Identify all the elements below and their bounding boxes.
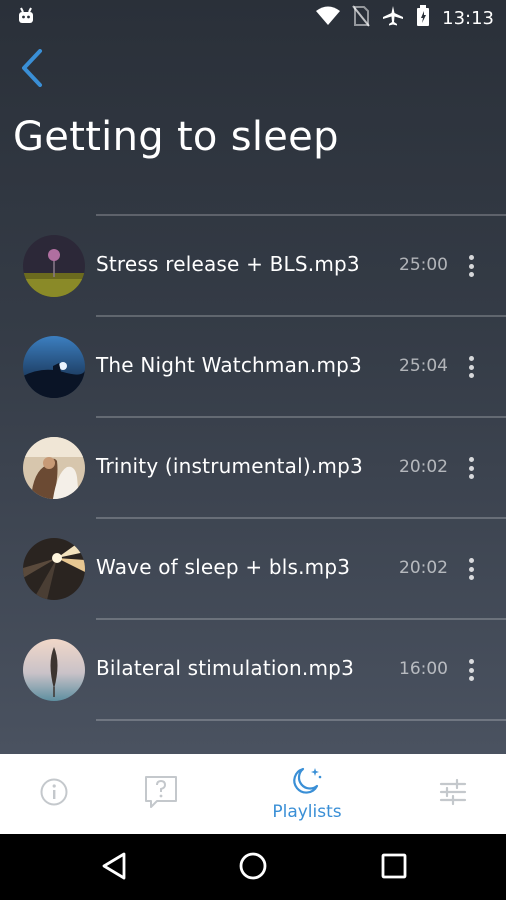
status-bar: 13:13 bbox=[0, 0, 506, 36]
status-time: 13:13 bbox=[442, 7, 494, 29]
nav-playlists[interactable]: Playlists bbox=[256, 754, 358, 834]
track-thumbnail bbox=[23, 336, 85, 398]
bottom-navigation: Playlists bbox=[0, 754, 506, 834]
track-thumbnail bbox=[23, 437, 85, 499]
track-duration: 16:00 bbox=[399, 659, 448, 679]
more-options-button[interactable] bbox=[460, 555, 482, 583]
track-list: Stress release + BLS.mp3 25:00 The Night… bbox=[0, 214, 506, 721]
android-robot-icon bbox=[16, 6, 36, 30]
wifi-icon bbox=[316, 6, 341, 30]
divider bbox=[96, 719, 506, 721]
sliders-icon bbox=[438, 777, 468, 811]
more-options-button[interactable] bbox=[460, 353, 482, 381]
track-row[interactable]: Trinity (instrumental).mp3 20:02 bbox=[0, 418, 506, 517]
chevron-left-icon bbox=[21, 49, 43, 91]
track-row[interactable]: Wave of sleep + bls.mp3 20:02 bbox=[0, 519, 506, 618]
help-icon bbox=[143, 774, 179, 814]
no-sim-icon bbox=[352, 5, 370, 31]
airplane-icon bbox=[382, 5, 404, 31]
track-row[interactable]: Stress release + BLS.mp3 25:00 bbox=[0, 216, 506, 315]
track-row[interactable]: The Night Watchman.mp3 25:04 bbox=[0, 317, 506, 416]
circle-home-icon bbox=[238, 851, 268, 885]
track-thumbnail bbox=[23, 639, 85, 701]
system-home-button[interactable] bbox=[236, 851, 270, 885]
system-recents-button[interactable] bbox=[377, 851, 411, 885]
playlist-screen: 13:13 Getting to sleep Stress release + … bbox=[0, 0, 506, 754]
moon-stars-icon bbox=[291, 766, 323, 800]
track-thumbnail bbox=[23, 538, 85, 600]
track-row[interactable]: Bilateral stimulation.mp3 16:00 bbox=[0, 620, 506, 719]
track-duration: 20:02 bbox=[399, 457, 448, 477]
track-title: The Night Watchman.mp3 bbox=[96, 353, 362, 377]
track-title: Bilateral stimulation.mp3 bbox=[96, 656, 354, 680]
nav-label: Playlists bbox=[272, 802, 342, 822]
track-duration: 25:00 bbox=[399, 255, 448, 275]
more-options-button[interactable] bbox=[460, 454, 482, 482]
track-title: Trinity (instrumental).mp3 bbox=[96, 454, 363, 478]
track-thumbnail bbox=[23, 235, 85, 297]
more-options-button[interactable] bbox=[460, 656, 482, 684]
system-back-button[interactable] bbox=[97, 851, 131, 885]
more-options-button[interactable] bbox=[460, 252, 482, 280]
nav-help[interactable] bbox=[136, 754, 186, 834]
square-recents-icon bbox=[381, 853, 407, 883]
battery-icon bbox=[416, 5, 430, 31]
system-navigation-bar bbox=[0, 834, 506, 900]
triangle-back-icon bbox=[101, 852, 127, 884]
track-title: Stress release + BLS.mp3 bbox=[96, 252, 360, 276]
track-duration: 25:04 bbox=[399, 356, 448, 376]
nav-settings[interactable] bbox=[428, 754, 478, 834]
track-title: Wave of sleep + bls.mp3 bbox=[96, 555, 351, 579]
page-title: Getting to sleep bbox=[13, 114, 339, 160]
info-icon bbox=[39, 777, 69, 811]
back-button[interactable] bbox=[12, 46, 52, 94]
track-duration: 20:02 bbox=[399, 558, 448, 578]
nav-info[interactable] bbox=[29, 754, 79, 834]
